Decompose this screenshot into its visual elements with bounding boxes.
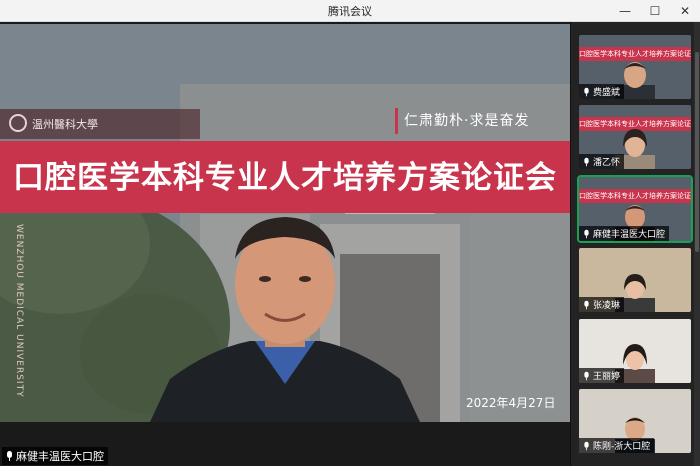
speaker-video — [150, 217, 420, 422]
participant-tile[interactable]: 王丽婷 — [579, 319, 691, 383]
participant-label: 王丽婷 — [579, 368, 625, 383]
participant-name: 潘乙怀 — [593, 158, 621, 168]
main-video-area[interactable]: 温州醫科大學 仁肃勤朴·求是奋发 口腔医学本科专业人才培养方案论证会 WENZH… — [0, 22, 570, 466]
close-button[interactable]: ✕ — [676, 2, 694, 20]
participant-label: 麻健丰温医大口腔 — [579, 226, 670, 241]
participant-label: 陈刚-浙大口腔 — [579, 438, 655, 453]
microphone-icon — [584, 300, 590, 309]
participant-tile[interactable]: 口腔医学本科专业人才培养方案论证会 费盛斌 — [579, 35, 691, 99]
scrollbar-thumb[interactable] — [695, 52, 699, 252]
participant-label: 潘乙怀 — [579, 154, 625, 169]
shared-screen: 温州醫科大學 仁肃勤朴·求是奋发 口腔医学本科专业人才培养方案论证会 WENZH… — [0, 24, 570, 422]
minimize-button[interactable]: — — [616, 2, 634, 20]
participant-list[interactable]: 口腔医学本科专业人才培养方案论证会 费盛斌 口腔医学本科专业人才培养方案论证会 … — [570, 22, 700, 466]
university-seal-icon — [9, 114, 27, 132]
participant-tile[interactable]: 口腔医学本科专业人才培养方案论证会 潘乙怀 — [579, 105, 691, 169]
microphone-icon — [6, 451, 13, 461]
window-title: 腾讯会议 — [328, 5, 372, 18]
participant-tile[interactable]: 张凌琳 — [579, 248, 691, 312]
logo-strip — [0, 109, 200, 139]
participant-label: 费盛斌 — [579, 84, 625, 99]
microphone-icon — [584, 441, 590, 450]
university-logo-text: 温州醫科大學 — [32, 118, 98, 131]
vertical-university-name: WENZHOU MEDICAL UNIVERSITY — [14, 224, 24, 398]
window-controls: — ☐ ✕ — [616, 2, 694, 20]
participant-name: 王丽婷 — [593, 372, 621, 382]
meeting-title: 口腔医学本科专业人才培养方案论证会 — [13, 160, 557, 196]
microphone-icon — [584, 87, 590, 96]
participant-name: 陈刚-浙大口腔 — [593, 442, 651, 452]
microphone-icon — [584, 229, 590, 238]
speaker-name: 麻健丰温医大口腔 — [16, 450, 104, 463]
meeting-date: 2022年4月27日 — [466, 396, 556, 410]
participant-tile[interactable]: 陈刚-浙大口腔 — [579, 389, 691, 453]
motto-divider — [395, 108, 398, 134]
participant-tile-active[interactable]: 口腔医学本科专业人才培养方案论证会 麻健丰温医大口腔 — [577, 175, 693, 243]
participant-scrollbar[interactable] — [694, 22, 700, 466]
microphone-icon — [584, 371, 590, 380]
microphone-icon — [584, 157, 590, 166]
participant-label: 张凌琳 — [579, 297, 625, 312]
university-motto: 仁肃勤朴·求是奋发 — [404, 113, 530, 129]
speaker-name-label: 麻健丰温医大口腔 — [2, 447, 108, 465]
maximize-button[interactable]: ☐ — [646, 2, 664, 20]
participant-name: 费盛斌 — [593, 88, 621, 98]
participant-name: 麻健丰温医大口腔 — [593, 230, 666, 240]
participant-name: 张凌琳 — [593, 301, 621, 311]
title-bar: 腾讯会议 — ☐ ✕ — [0, 0, 700, 22]
